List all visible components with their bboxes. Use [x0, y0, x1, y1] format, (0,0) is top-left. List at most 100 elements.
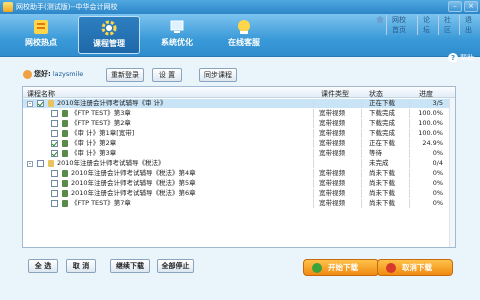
col-progress[interactable]: 进度 — [419, 89, 433, 99]
title-bar[interactable]: 网校助手(测试版)--中华会计网校 – × — [0, 0, 480, 14]
col-course-name[interactable]: 课程名称 — [27, 89, 55, 99]
greeting: 您好: — [34, 70, 51, 78]
close-icon[interactable]: × — [464, 1, 478, 12]
nav-optimize[interactable]: 系统优化 — [146, 16, 208, 54]
nav-customer-service[interactable]: 在线客服 — [213, 16, 275, 54]
column-divider — [313, 189, 314, 198]
table-row[interactable]: 《审 计》第3章 宽带视频 等待 0% — [23, 149, 455, 158]
column-divider — [361, 149, 362, 158]
column-divider — [409, 169, 410, 178]
nav-course-manage[interactable]: 课程管理 — [78, 16, 140, 54]
nav-optimize-label: 系统优化 — [161, 38, 193, 47]
table-row[interactable]: 《审 计》第2章 宽带视频 正在下载 24.9% — [23, 139, 455, 148]
cancel-button[interactable]: 取 消 — [66, 259, 96, 273]
settings-button[interactable]: 设 置 — [152, 68, 182, 82]
column-divider — [361, 159, 362, 168]
cancel-download-button[interactable]: 取消下载 — [377, 259, 453, 276]
help-label: 帮助 — [460, 54, 474, 62]
select-all-button[interactable]: 全 选 — [28, 259, 58, 273]
course-type: 宽带视频 — [319, 189, 345, 197]
course-status: 尚未下载 — [369, 189, 395, 197]
video-file-icon — [62, 140, 68, 147]
column-divider — [409, 119, 410, 128]
nav-hot-news[interactable]: 网校热点 — [10, 16, 72, 54]
row-checkbox[interactable] — [51, 110, 58, 117]
expand-toggle[interactable]: - — [27, 101, 33, 107]
column-divider — [409, 129, 410, 138]
course-progress: 24.9% — [422, 139, 443, 147]
nav-course-manage-label: 课程管理 — [93, 39, 125, 48]
course-progress: 0% — [432, 169, 443, 177]
username: lazysmile — [52, 70, 84, 78]
row-checkbox[interactable] — [51, 120, 58, 127]
help-button[interactable]: ? 帮助 — [448, 53, 474, 63]
video-file-icon — [62, 150, 68, 157]
course-progress: 3/5 — [432, 99, 443, 107]
minimize-icon[interactable]: – — [448, 1, 462, 12]
row-checkbox[interactable] — [37, 100, 44, 107]
help-icon: ? — [448, 53, 458, 63]
course-status: 下载完成 — [369, 119, 395, 127]
col-type[interactable]: 课件类型 — [321, 89, 349, 99]
column-divider — [313, 119, 314, 128]
column-divider — [361, 139, 362, 148]
table-row[interactable]: 2010年注册会计师考试辅导《税法》第6章 宽带视频 尚未下载 0% — [23, 189, 455, 198]
resume-download-button[interactable]: 继续下载 — [110, 259, 150, 273]
course-name: 2010年注册会计师考试辅导《税法》第5章 — [71, 179, 196, 187]
col-status[interactable]: 状态 — [369, 89, 383, 99]
gear-icon — [101, 20, 117, 36]
course-progress: 0% — [432, 199, 443, 207]
link-logout[interactable]: 退出 — [459, 15, 480, 35]
table-row[interactable]: - 2010年注册会计师考试辅导《税法》 未完成 0/4 — [23, 159, 455, 168]
column-divider — [361, 189, 362, 198]
row-checkbox[interactable] — [51, 140, 58, 147]
link-community[interactable]: 社区 — [438, 15, 459, 35]
course-progress: 0/4 — [432, 159, 443, 167]
table-header: 课程名称 课件类型 状态 进度 — [23, 87, 455, 98]
video-file-icon — [62, 190, 68, 197]
column-divider — [361, 99, 362, 108]
course-status: 尚未下载 — [369, 179, 395, 187]
start-download-button[interactable]: 开始下载 — [303, 259, 379, 276]
column-divider — [409, 149, 410, 158]
course-status: 下载完成 — [369, 109, 395, 117]
column-divider — [409, 199, 410, 208]
course-type: 宽带视频 — [319, 169, 345, 177]
table-row[interactable]: - 2010年注册会计师考试辅导《审 计》 正在下载 3/5 — [23, 99, 455, 108]
course-status: 等待 — [369, 149, 382, 157]
course-progress: 100.0% — [418, 119, 443, 127]
table-scrollbar[interactable] — [449, 98, 455, 247]
column-divider — [409, 109, 410, 118]
table-row[interactable]: 《FTP TEST》第3章 宽带视频 下载完成 100.0% — [23, 109, 455, 118]
row-checkbox[interactable] — [51, 200, 58, 207]
column-divider — [313, 159, 314, 168]
stop-all-button[interactable]: 全部停止 — [157, 259, 194, 273]
row-checkbox[interactable] — [51, 150, 58, 157]
course-progress: 0% — [432, 189, 443, 197]
link-forum[interactable]: 论坛 — [417, 15, 438, 35]
relogin-button[interactable]: 重新登录 — [106, 68, 144, 82]
column-divider — [409, 139, 410, 148]
expand-toggle[interactable]: - — [27, 161, 33, 167]
table-row[interactable]: 2010年注册会计师考试辅导《税法》第4章 宽带视频 尚未下载 0% — [23, 169, 455, 178]
table-row[interactable]: 《审 计》第1章[宽带] 宽带视频 下载完成 100.0% — [23, 129, 455, 138]
course-status: 正在下载 — [369, 139, 395, 147]
row-checkbox[interactable] — [51, 190, 58, 197]
row-checkbox[interactable] — [51, 170, 58, 177]
row-checkbox[interactable] — [51, 130, 58, 137]
course-status: 尚未下载 — [369, 199, 395, 207]
course-status: 未完成 — [369, 159, 389, 167]
table-row[interactable]: 2010年注册会计师考试辅导《税法》第5章 宽带视频 尚未下载 0% — [23, 179, 455, 188]
user-info: 您好: lazysmile — [23, 67, 83, 81]
link-home[interactable]: 网校首页 — [386, 15, 417, 35]
column-divider — [313, 179, 314, 188]
column-divider — [361, 169, 362, 178]
row-checkbox[interactable] — [51, 180, 58, 187]
column-divider — [313, 109, 314, 118]
column-divider — [409, 99, 410, 108]
table-row[interactable]: 《FTP TEST》第7章 宽带视频 尚未下载 0% — [23, 199, 455, 208]
table-row[interactable]: 《FTP TEST》第2章 宽带视频 下载完成 100.0% — [23, 119, 455, 128]
user-icon — [23, 69, 32, 79]
sync-courses-button[interactable]: 同步课程 — [199, 68, 237, 82]
row-checkbox[interactable] — [37, 160, 44, 167]
